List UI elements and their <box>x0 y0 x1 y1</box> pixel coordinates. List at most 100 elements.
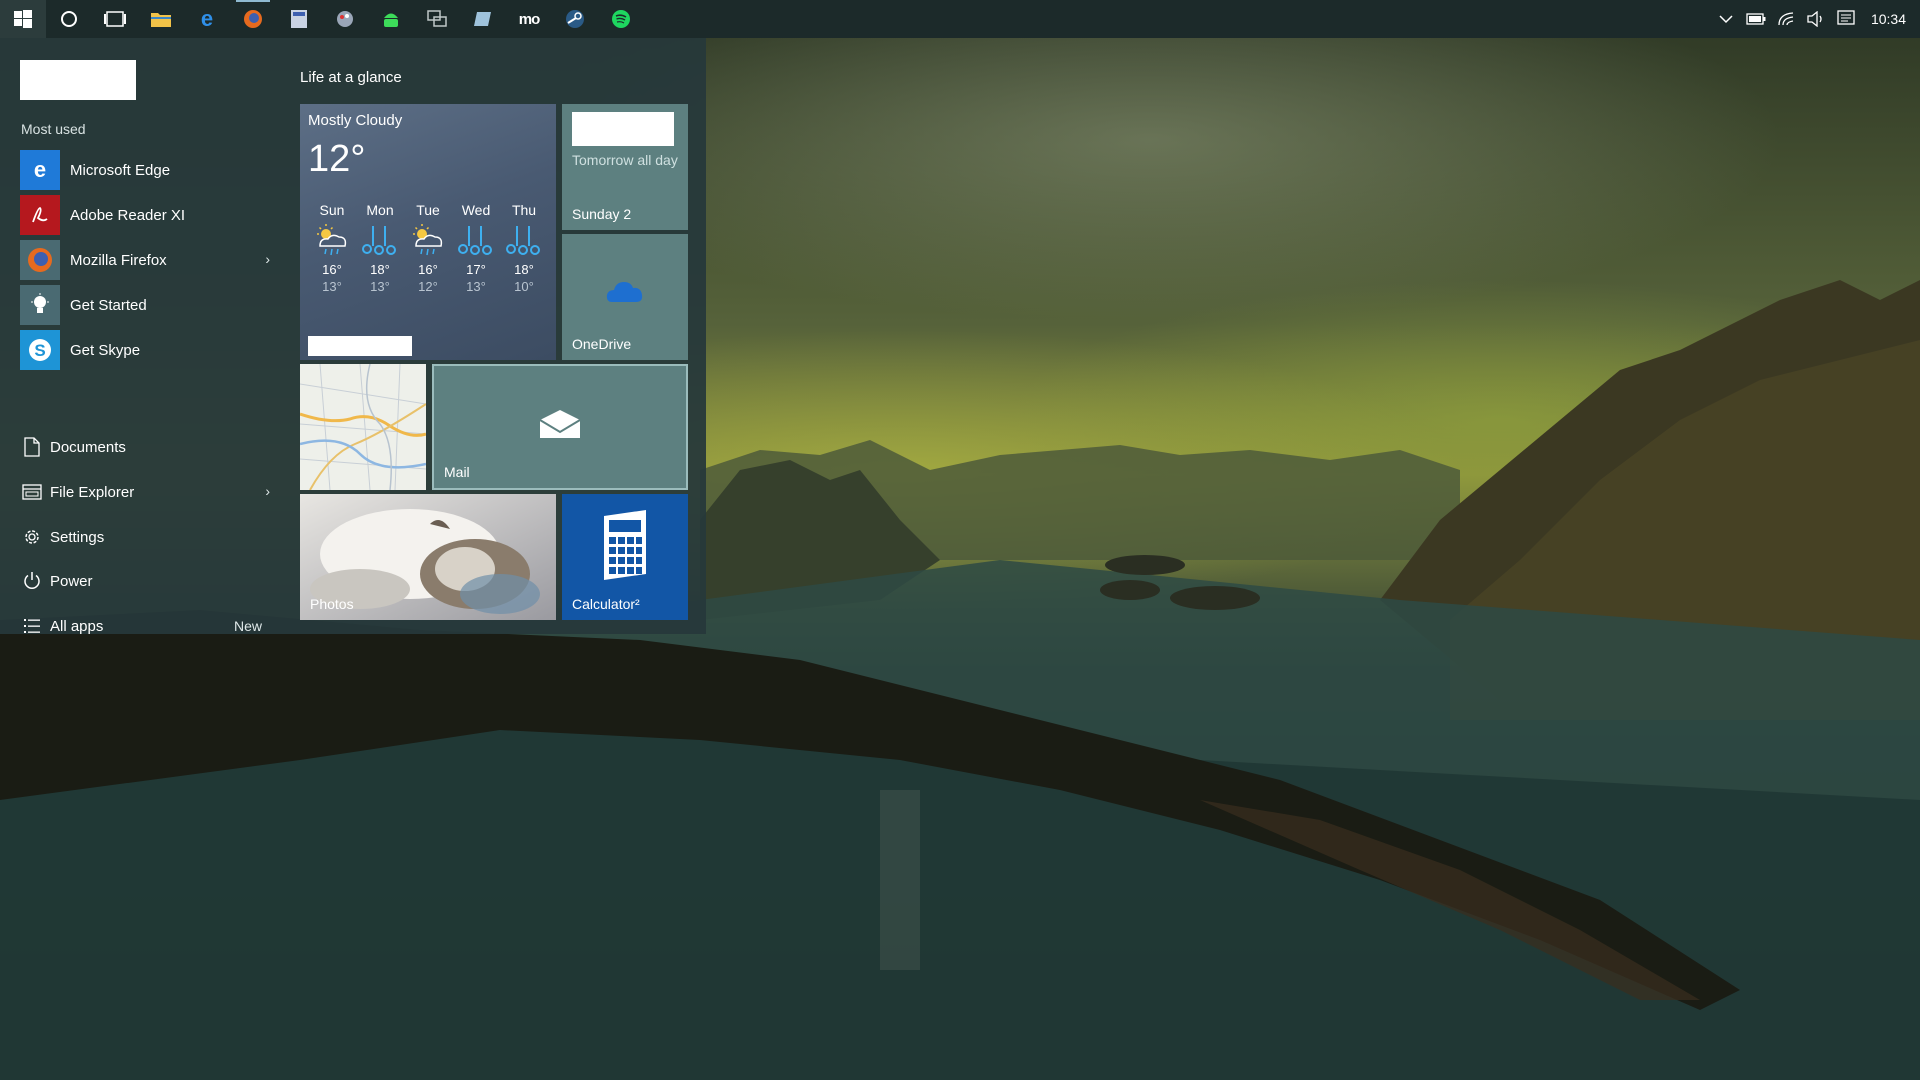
start-menu: Most used e Microsoft Edge Adobe Reader … <box>0 38 706 635</box>
nav-file-explorer[interactable]: File Explorer › <box>20 472 270 512</box>
map-thumbnail-icon <box>300 364 426 490</box>
calculator-app-icon <box>291 10 307 28</box>
user-account-button[interactable] <box>20 60 136 100</box>
nav-settings[interactable]: Settings <box>20 517 270 557</box>
taskbar-pinned-3[interactable] <box>230 0 276 38</box>
weather-condition: Mostly Cloudy <box>308 112 403 129</box>
forecast-low: 12° <box>418 279 438 294</box>
forecast-high: 17° <box>466 262 486 277</box>
weather-temperature: 12° <box>308 138 366 180</box>
taskbar-pinned-5[interactable] <box>322 0 368 38</box>
app-microsoft-edge[interactable]: e Microsoft Edge <box>20 150 270 190</box>
forecast-day-name: Mon <box>366 202 394 218</box>
taskbar-clock[interactable]: 10:34 <box>1861 11 1920 27</box>
maps-tile[interactable] <box>300 364 426 490</box>
app-get-started[interactable]: Get Started <box>20 285 270 325</box>
taskbar-pinned-11[interactable] <box>598 0 644 38</box>
gear-icon <box>20 525 44 549</box>
spotify-icon <box>612 10 630 28</box>
cortana-search-button[interactable] <box>46 0 92 38</box>
app-label: Microsoft Edge <box>70 161 171 179</box>
taskbar-pinned-10[interactable] <box>552 0 598 38</box>
forecast-day: Tue 16° 12° <box>404 202 452 294</box>
edge-icon: e <box>200 6 214 31</box>
most-used-label: Most used <box>21 121 86 137</box>
system-tray: 10:34 <box>1711 0 1920 38</box>
battery-icon <box>1746 13 1766 25</box>
battery-button[interactable] <box>1741 0 1771 38</box>
tile-label: Mail <box>444 464 470 480</box>
app-adobe-reader[interactable]: Adobe Reader XI <box>20 195 270 235</box>
calendar-tile[interactable]: Tomorrow all day Sunday 2 <box>562 104 688 230</box>
weather-tile[interactable]: Mostly Cloudy 12° Sun 16° 13° Mon 18° 13… <box>300 104 556 360</box>
onedrive-cloud-icon <box>606 282 643 302</box>
forecast-day: Thu 18° 10° <box>500 202 548 294</box>
nav-label: Power <box>50 572 93 590</box>
tile-label: OneDrive <box>572 336 632 352</box>
taskbar-pinned-0[interactable] <box>92 0 138 38</box>
nav-label: Settings <box>50 528 105 546</box>
taskbar-pinned-6[interactable] <box>368 0 414 38</box>
onedrive-tile[interactable]: OneDrive <box>562 234 688 360</box>
notification-icon <box>1837 10 1855 25</box>
partly-cloudy-rain-icon <box>404 218 452 262</box>
forecast-day-name: Tue <box>416 202 440 218</box>
new-badge: New <box>233 618 262 634</box>
show-hidden-icons-button[interactable] <box>1711 0 1741 38</box>
action-center-button[interactable] <box>1831 0 1861 38</box>
forecast-day-name: Wed <box>461 202 491 218</box>
forecast-low: 13° <box>322 279 342 294</box>
notes-icon <box>474 12 491 26</box>
nav-label: Documents <box>50 438 126 456</box>
app-get-skype[interactable]: S Get Skype <box>20 330 270 370</box>
taskbar-pinned-8[interactable] <box>460 0 506 38</box>
forecast-day-name: Thu <box>511 202 537 218</box>
taskbar-pinned-2[interactable]: e <box>184 0 230 38</box>
chevron-right-icon[interactable]: › <box>265 483 270 499</box>
document-icon <box>20 435 44 459</box>
nav-documents[interactable]: Documents <box>20 427 270 467</box>
taskbar-pinned-1[interactable] <box>138 0 184 38</box>
nav-label: File Explorer <box>50 483 135 501</box>
taskbar-pinned-9[interactable]: mo <box>506 0 552 38</box>
mail-tile[interactable]: Mail <box>432 364 688 490</box>
wifi-icon <box>1778 12 1794 26</box>
task-view-icon <box>104 11 126 27</box>
calendar-event-redacted <box>572 112 674 146</box>
app-label: Get Skype <box>70 341 141 359</box>
forecast-low: 13° <box>370 279 390 294</box>
weather-forecast: Sun 16° 13° Mon 18° 13° Tue 16° 12° Wed … <box>308 202 548 294</box>
forecast-high: 18° <box>370 262 390 277</box>
forecast-day: Mon 18° 13° <box>356 202 404 294</box>
calendar-date: Sunday 2 <box>572 206 632 222</box>
chevron-right-icon[interactable]: › <box>265 251 270 267</box>
volume-button[interactable] <box>1801 0 1831 38</box>
windows-logo-icon <box>14 10 32 28</box>
forecast-high: 18° <box>514 262 534 277</box>
tile-label: Photos <box>310 596 354 612</box>
taskbar-pinned-4[interactable] <box>276 0 322 38</box>
app-mozilla-firefox[interactable]: Mozilla Firefox › <box>20 240 270 280</box>
forecast-day-name: Sun <box>319 202 345 218</box>
taskbar-pinned-7[interactable] <box>414 0 460 38</box>
nav-power[interactable]: Power <box>20 561 270 601</box>
forecast-high: 16° <box>322 262 342 277</box>
mail-envelope-icon <box>539 410 581 438</box>
paint-icon <box>337 11 353 27</box>
photos-tile[interactable]: Photos <box>300 494 556 620</box>
svg-text:S: S <box>34 341 45 360</box>
nav-all-apps[interactable]: All apps New <box>20 606 270 646</box>
speaker-icon <box>1807 11 1822 27</box>
firefox-icon <box>244 10 262 28</box>
forecast-day: Sun 16° 13° <box>308 202 356 294</box>
app-label: Adobe Reader XI <box>70 206 186 224</box>
folder-icon <box>20 480 44 504</box>
start-button[interactable] <box>0 0 46 38</box>
forecast-low: 13° <box>466 279 486 294</box>
list-icon <box>20 614 44 638</box>
wifi-button[interactable] <box>1771 0 1801 38</box>
tile-group-label: Life at a glance <box>300 69 402 86</box>
tile-label: Calculator² <box>572 596 640 612</box>
calculator-icon <box>604 510 646 580</box>
calculator-tile[interactable]: Calculator² <box>562 494 688 620</box>
